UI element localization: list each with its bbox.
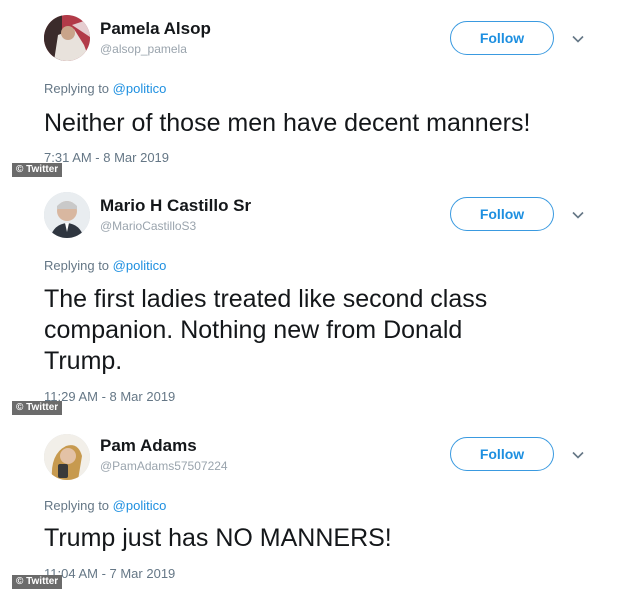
chevron-down-icon[interactable]: [571, 208, 585, 222]
tweet-card: Mario H Castillo Sr @MarioCastilloS3 Fol…: [0, 180, 630, 420]
timestamp[interactable]: 11:04 AM - 7 Mar 2019: [44, 566, 175, 581]
follow-button[interactable]: Follow: [450, 197, 554, 231]
tweet-text: The first ladies treated like second cla…: [44, 285, 488, 375]
user-handle[interactable]: @alsop_pamela: [100, 42, 187, 56]
timestamp[interactable]: 7:31 AM - 8 Mar 2019: [44, 150, 169, 165]
display-name[interactable]: Pamela Alsop: [100, 19, 211, 39]
replying-prefix: Replying to: [44, 498, 110, 513]
tweet-card: Pam Adams @PamAdams57507224 Follow Reply…: [0, 420, 630, 600]
replying-prefix: Replying to: [44, 81, 110, 96]
user-handle[interactable]: @PamAdams57507224: [100, 459, 228, 473]
timestamp[interactable]: 11:29 AM - 8 Mar 2019: [44, 389, 175, 404]
avatar[interactable]: [44, 434, 90, 480]
tweet-text: Neither of those men have decent manners…: [44, 109, 531, 137]
follow-button[interactable]: Follow: [450, 437, 554, 471]
watermark: © Twitter: [12, 401, 63, 415]
mention-link[interactable]: @politico: [113, 498, 167, 513]
display-name[interactable]: Pam Adams: [100, 436, 197, 456]
display-name[interactable]: Mario H Castillo Sr: [100, 196, 251, 216]
replying-to: Replying to @politico: [44, 258, 166, 273]
watermark: © Twitter: [12, 163, 63, 177]
avatar[interactable]: [44, 15, 90, 61]
replying-to: Replying to @politico: [44, 81, 166, 96]
chevron-down-icon[interactable]: [571, 32, 585, 46]
follow-button[interactable]: Follow: [450, 21, 554, 55]
chevron-down-icon[interactable]: [571, 448, 585, 462]
avatar[interactable]: [44, 192, 90, 238]
mention-link[interactable]: @politico: [113, 258, 167, 273]
replying-prefix: Replying to: [44, 258, 110, 273]
mention-link[interactable]: @politico: [113, 81, 167, 96]
tweet-card: Pamela Alsop @alsop_pamela Follow Replyi…: [0, 0, 630, 180]
replying-to: Replying to @politico: [44, 498, 166, 513]
tweet-text: Trump just has NO MANNERS!: [44, 524, 392, 552]
watermark: © Twitter: [12, 575, 63, 589]
user-handle[interactable]: @MarioCastilloS3: [100, 219, 196, 233]
